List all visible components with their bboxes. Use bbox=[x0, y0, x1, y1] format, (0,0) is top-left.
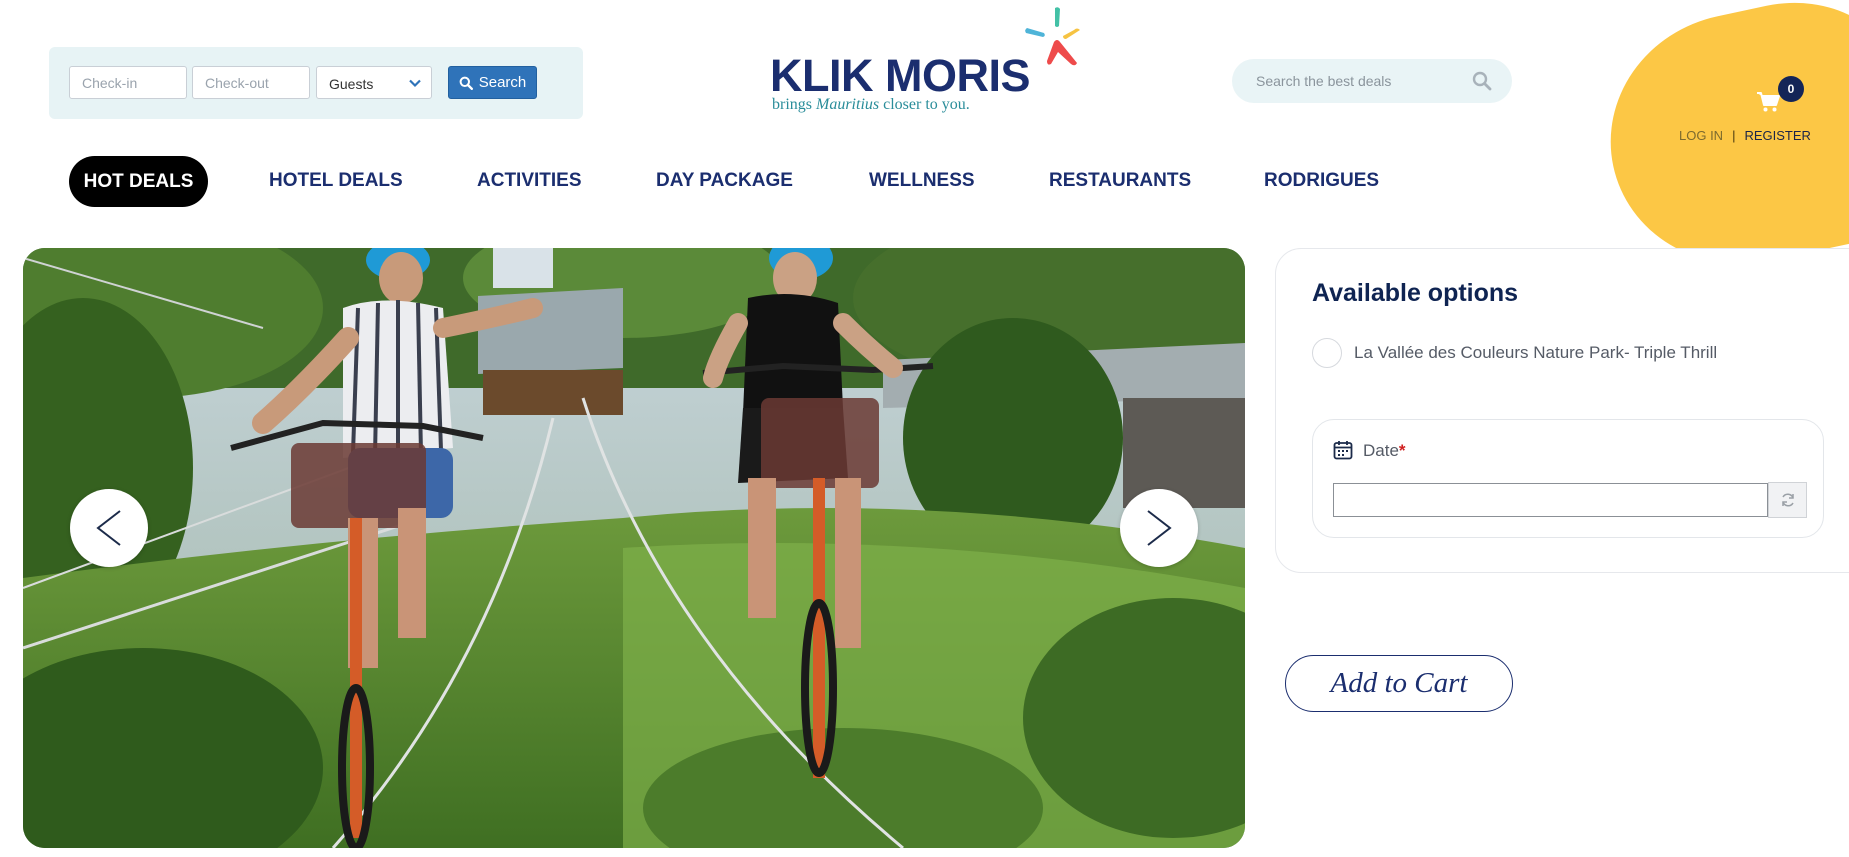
search-button-label: Search bbox=[478, 74, 527, 91]
checkout-input[interactable] bbox=[192, 66, 310, 99]
magnifier-icon[interactable] bbox=[1472, 71, 1492, 91]
carousel-prev-button[interactable] bbox=[70, 489, 148, 567]
date-refresh-button[interactable] bbox=[1768, 482, 1807, 518]
date-label: Date* bbox=[1363, 441, 1406, 461]
nav-item-rodrigues[interactable]: RODRIGUES bbox=[1264, 170, 1379, 192]
date-field-group: Date* bbox=[1312, 419, 1824, 538]
chevron-down-icon bbox=[409, 79, 421, 88]
logo-tagline: brings Mauritius closer to you. bbox=[772, 96, 970, 114]
account-separator: | bbox=[1732, 128, 1736, 143]
site-logo[interactable]: KLIK MORIS brings Mauritius closer to yo… bbox=[770, 6, 1100, 116]
nav-item-restaurants[interactable]: RESTAURANTS bbox=[1049, 170, 1191, 192]
zipline-bicycle-photo bbox=[23, 248, 1245, 848]
refresh-icon bbox=[1781, 493, 1794, 507]
hero-image bbox=[23, 248, 1245, 848]
options-title: Available options bbox=[1312, 279, 1519, 307]
checkin-input[interactable] bbox=[69, 66, 187, 99]
guests-value: Guests bbox=[329, 76, 374, 92]
nav-item-wellness[interactable]: WELLNESS bbox=[869, 170, 975, 192]
nav-item-activities[interactable]: ACTIVITIES bbox=[477, 170, 582, 192]
required-mark: * bbox=[1398, 441, 1406, 460]
guests-select[interactable]: Guests bbox=[316, 66, 432, 99]
cart-icon[interactable] bbox=[1756, 91, 1780, 113]
nav-item-hot-deals[interactable]: HOT DEALS bbox=[69, 156, 208, 207]
register-link[interactable]: REGISTER bbox=[1744, 128, 1810, 143]
account-area-shape bbox=[1587, 0, 1849, 289]
add-to-cart-button[interactable]: Add to Cart bbox=[1285, 655, 1513, 712]
option-label[interactable]: La Vallée des Couleurs Nature Park- Trip… bbox=[1354, 343, 1717, 363]
options-panel: Available options La Vallée des Couleurs… bbox=[1275, 248, 1849, 573]
nav-item-hotel-deals[interactable]: HOTEL DEALS bbox=[269, 170, 403, 192]
login-link[interactable]: LOG IN bbox=[1679, 128, 1723, 143]
tagline-pre: brings bbox=[772, 96, 816, 113]
calendar-icon bbox=[1333, 441, 1353, 460]
option-radio[interactable] bbox=[1312, 338, 1342, 368]
date-input[interactable] bbox=[1333, 483, 1768, 517]
tagline-post: closer to you. bbox=[879, 96, 970, 113]
logo-wordmark: KLIK MORIS bbox=[770, 50, 1031, 101]
carousel-next-button[interactable] bbox=[1120, 489, 1198, 567]
deal-search-input[interactable] bbox=[1256, 59, 1466, 103]
tagline-em: Mauritius bbox=[816, 96, 880, 113]
logo-star-icon bbox=[1025, 7, 1080, 66]
date-label-text: Date bbox=[1363, 441, 1399, 460]
deal-search-box bbox=[1232, 59, 1512, 103]
search-icon bbox=[459, 76, 473, 90]
booking-bar: Guests Search bbox=[49, 47, 583, 119]
chevron-left-icon bbox=[96, 510, 121, 546]
search-button[interactable]: Search bbox=[448, 66, 537, 99]
chevron-right-icon bbox=[1147, 510, 1172, 546]
account-links: LOG IN | REGISTER bbox=[1679, 128, 1811, 143]
cart-count-badge: 0 bbox=[1778, 76, 1804, 102]
nav-item-day-package[interactable]: DAY PACKAGE bbox=[656, 170, 793, 192]
